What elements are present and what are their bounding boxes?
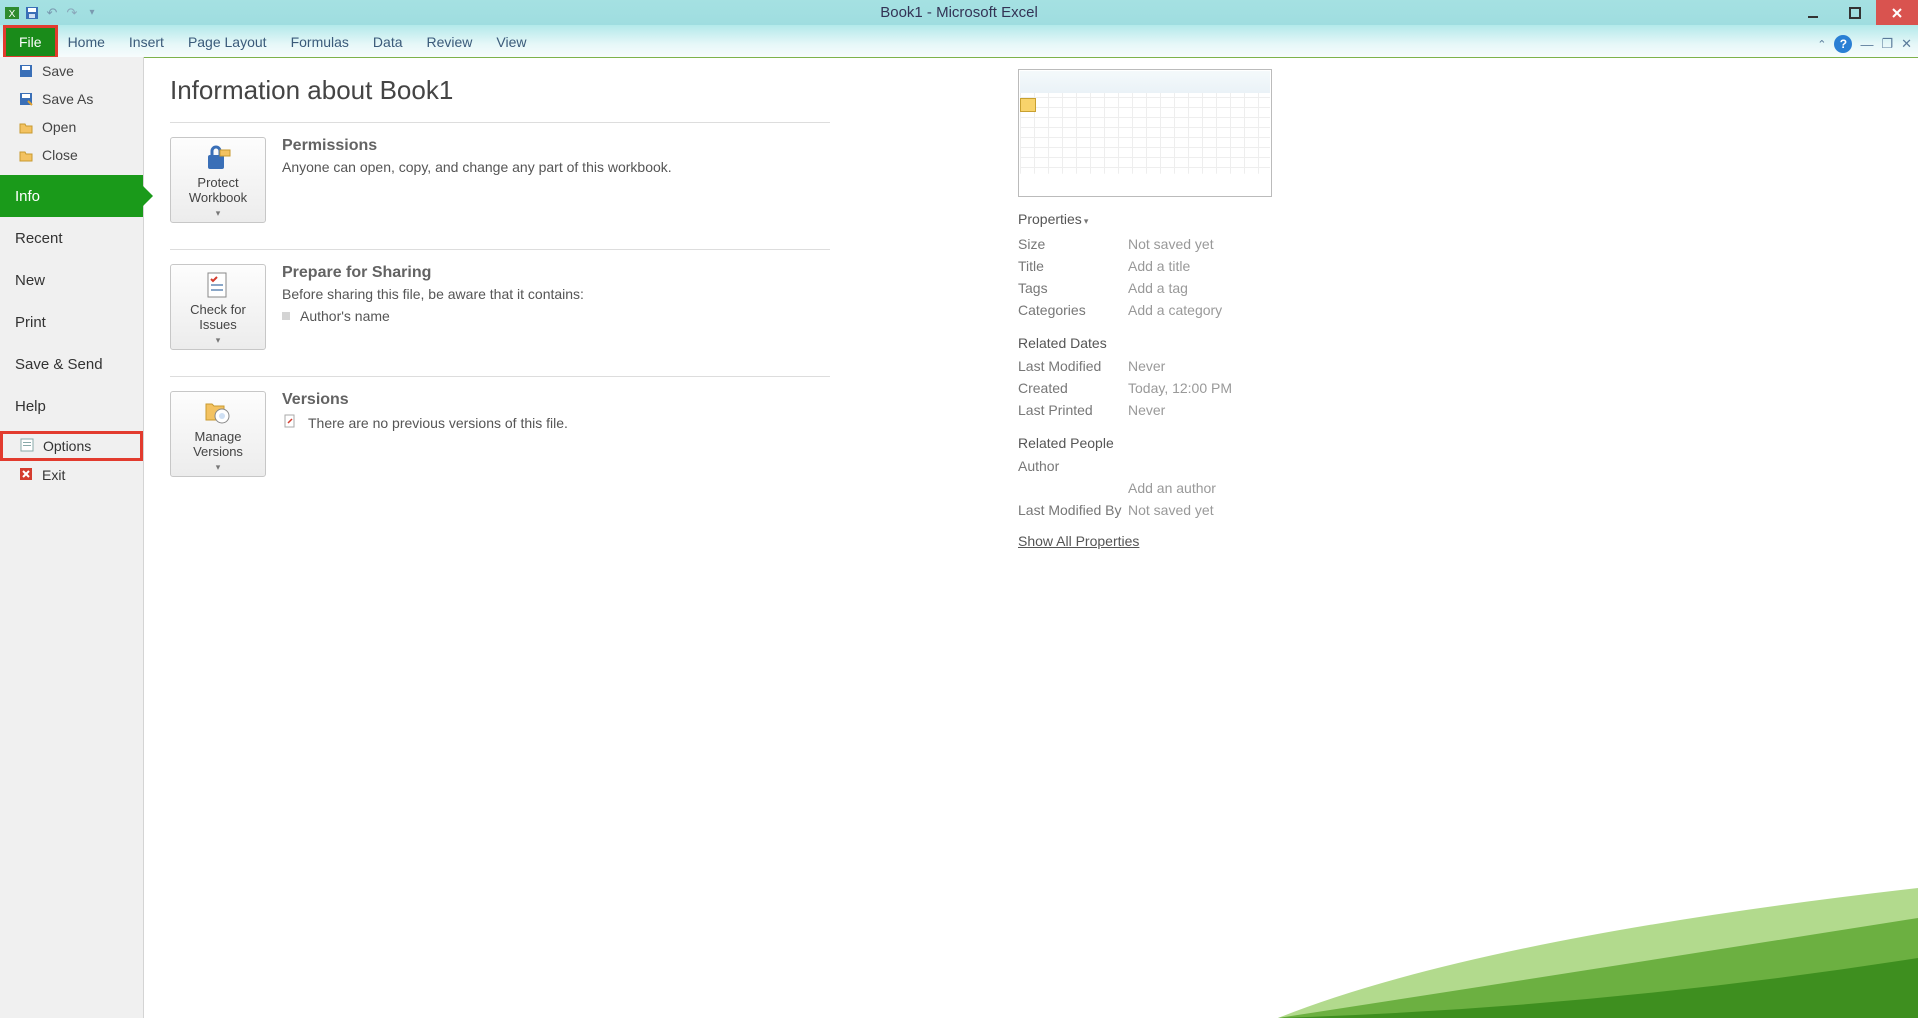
prop-author: Author [1018,455,1298,477]
prop-last-printed: Last PrintedNever [1018,399,1298,421]
dropdown-caret-icon: ▾ [216,208,221,218]
related-people-heading: Related People [1018,435,1298,451]
manage-versions-button[interactable]: Manage Versions ▾ [170,391,266,477]
sidebar-close[interactable]: Close [0,141,143,169]
backstage-main: Information about Book1 Protect Workbook… [144,57,1918,1018]
ribbon-tabs: File Home Insert Page Layout Formulas Da… [0,25,1918,58]
check-issues-label: Check for Issues [171,303,265,333]
sidebar-nav-new[interactable]: New [0,259,143,301]
tab-formulas[interactable]: Formulas [279,27,361,57]
tab-home[interactable]: Home [56,27,117,57]
sidebar-save[interactable]: Save [0,57,143,85]
permissions-heading: Permissions [282,137,672,155]
prepare-text: Before sharing this file, be aware that … [282,286,584,302]
workbook-restore-icon[interactable]: ❐ [1881,36,1893,52]
help-icon[interactable]: ? [1834,35,1852,53]
prop-created: CreatedToday, 12:00 PM [1018,377,1298,399]
checklist-icon [202,269,234,301]
sidebar-options-label: Options [43,438,91,454]
protect-workbook-label: Protect Workbook [171,176,265,206]
sidebar-options[interactable]: Options [1,432,142,460]
document-icon [282,413,298,432]
properties-panel: Properties▾ SizeNot saved yet TitleAdd a… [1018,69,1298,549]
document-thumbnail [1018,69,1272,197]
dropdown-caret-icon: ▾ [216,462,221,472]
workbook-minimize-icon[interactable]: — [1860,37,1873,52]
sidebar-open[interactable]: Open [0,113,143,141]
sidebar-nav-recent[interactable]: Recent [0,217,143,259]
exit-icon [18,466,34,485]
window-title: Book1 - Microsoft Excel [0,4,1918,21]
tab-review[interactable]: Review [415,27,485,57]
close-icon [18,147,34,163]
show-all-properties-link[interactable]: Show All Properties [1018,533,1139,549]
dropdown-caret-icon: ▾ [216,335,221,345]
sidebar-exit-label: Exit [42,467,65,483]
chevron-down-icon: ▾ [1084,216,1089,226]
tab-page-layout[interactable]: Page Layout [176,27,279,57]
versions-text: There are no previous versions of this f… [308,415,568,431]
prop-title[interactable]: TitleAdd a title [1018,255,1298,277]
sidebar-open-label: Open [42,119,76,135]
prepare-heading: Prepare for Sharing [282,264,584,282]
prop-size: SizeNot saved yet [1018,233,1298,255]
prop-categories[interactable]: CategoriesAdd a category [1018,299,1298,321]
protect-workbook-button[interactable]: Protect Workbook ▾ [170,137,266,223]
title-bar: X ↶ ↷ ▾ Book1 - Microsoft Excel [0,0,1918,25]
decorative-swoosh [1278,878,1918,1018]
sidebar-save-label: Save [42,63,74,79]
tab-data[interactable]: Data [361,27,415,57]
workbook-close-icon[interactable]: ✕ [1901,36,1912,52]
prop-last-modified: Last ModifiedNever [1018,355,1298,377]
save-icon [18,63,34,79]
sidebar-nav-print[interactable]: Print [0,301,143,343]
open-icon [18,119,34,135]
permissions-text: Anyone can open, copy, and change any pa… [282,159,672,175]
section-versions: Manage Versions ▾ Versions There are no … [170,376,830,503]
versions-icon [202,396,234,428]
ribbon-minimize-icon[interactable]: ⌃ [1817,38,1826,51]
sidebar-exit[interactable]: Exit [0,461,143,489]
bullet-icon [282,312,290,320]
options-icon [19,437,35,456]
sidebar-close-label: Close [42,147,78,163]
sidebar-nav-save-send[interactable]: Save & Send [0,343,143,385]
sidebar-save-as[interactable]: Save As [0,85,143,113]
check-issues-button[interactable]: Check for Issues ▾ [170,264,266,350]
sidebar-nav-info[interactable]: Info [0,175,143,217]
sidebar-nav-help[interactable]: Help [0,385,143,427]
section-prepare: Check for Issues ▾ Prepare for Sharing B… [170,249,830,376]
prop-last-modified-by: Last Modified ByNot saved yet [1018,499,1298,521]
tab-view[interactable]: View [484,27,538,57]
properties-heading[interactable]: Properties▾ [1018,211,1298,227]
tab-insert[interactable]: Insert [117,27,176,57]
tab-file[interactable]: File [5,27,56,57]
backstage-sidebar: Save Save As Open Close Info Recent New … [0,57,144,1018]
lock-icon [202,142,234,174]
section-permissions: Protect Workbook ▾ Permissions Anyone ca… [170,122,830,249]
save-as-icon [18,91,34,107]
prepare-bullet: Author's name [282,308,584,324]
versions-heading: Versions [282,391,568,409]
sidebar-save-as-label: Save As [42,91,93,107]
manage-versions-label: Manage Versions [171,430,265,460]
related-dates-heading: Related Dates [1018,335,1298,351]
prop-add-author[interactable]: Add an author [1018,477,1298,499]
prepare-bullet-text: Author's name [300,308,390,324]
prop-tags[interactable]: TagsAdd a tag [1018,277,1298,299]
